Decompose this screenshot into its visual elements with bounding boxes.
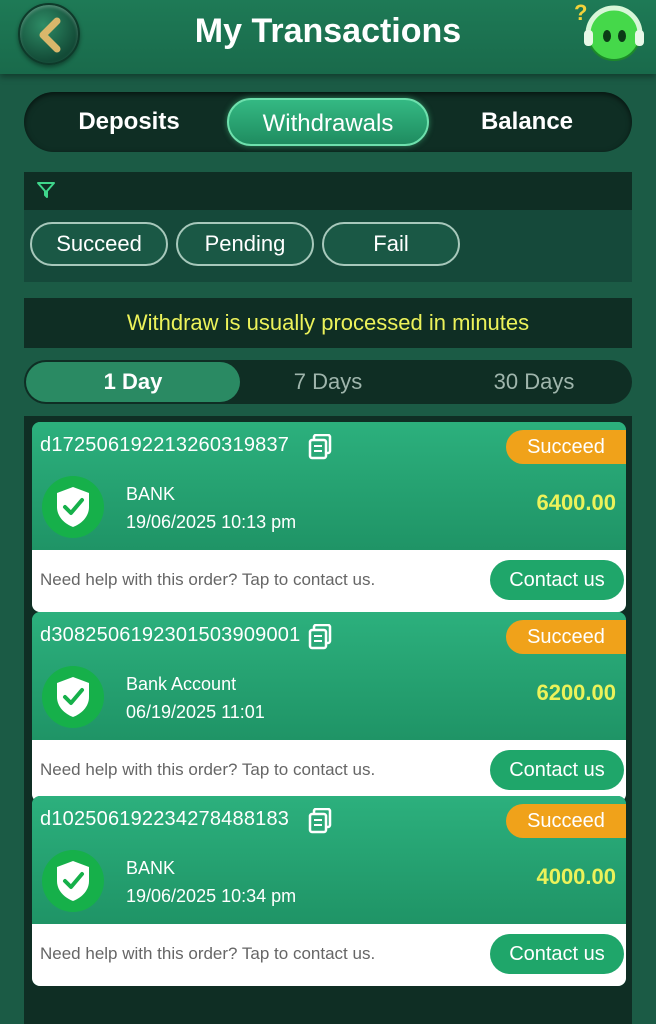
transaction-card: d308250619230150390900​1 Succeed Bank Ac… bbox=[32, 612, 626, 802]
contact-us-button[interactable]: Contact us bbox=[490, 750, 624, 790]
support-button[interactable]: ? bbox=[574, 0, 646, 66]
transaction-type-tabs: Deposits Withdrawals Balance bbox=[24, 92, 632, 152]
transaction-card: d17250619221326031983​7 Succeed BANK 19/… bbox=[32, 422, 626, 612]
help-bar: Need help with this order? Tap to contac… bbox=[32, 924, 626, 986]
copy-icon[interactable] bbox=[308, 808, 332, 834]
status-filter-fail[interactable]: Fail bbox=[322, 222, 460, 266]
status-filter-row: Succeed Pending Fail bbox=[24, 210, 632, 282]
order-id: d308250619230150390900​1 bbox=[40, 624, 301, 646]
status-filter-succeed[interactable]: Succeed bbox=[30, 222, 168, 266]
transaction-amount: 6200.00 bbox=[536, 680, 616, 705]
help-bar: Need help with this order? Tap to contac… bbox=[32, 740, 626, 802]
status-badge: Succeed bbox=[506, 430, 626, 464]
processing-notice: Withdraw is usually processed in minutes bbox=[24, 298, 632, 348]
status-badge: Succeed bbox=[506, 804, 626, 838]
payment-method: BANK bbox=[126, 858, 176, 878]
tab-balance[interactable]: Balance bbox=[432, 98, 622, 146]
tab-7-days[interactable]: 7 Days bbox=[236, 360, 420, 404]
status-filter-pending[interactable]: Pending bbox=[176, 222, 314, 266]
transaction-amount: 6400.00 bbox=[536, 490, 616, 515]
date-range-tabs: 1 Day 7 Days 30 Days bbox=[24, 360, 632, 404]
order-id: d17250619221326031983​7 bbox=[40, 434, 290, 456]
help-text: Need help with this order? Tap to contac… bbox=[40, 570, 376, 589]
transaction-list: d17250619221326031983​7 Succeed BANK 19/… bbox=[24, 416, 632, 1024]
transaction-summary: d102506192234278488183 Succeed BANK 19/0… bbox=[32, 796, 626, 924]
help-text: Need help with this order? Tap to contac… bbox=[40, 944, 376, 963]
copy-icon[interactable] bbox=[308, 434, 332, 460]
verified-shield-icon bbox=[42, 850, 104, 912]
transaction-datetime: 06/19/2025 11:01 bbox=[126, 702, 265, 722]
transaction-card: d102506192234278488183 Succeed BANK 19/0… bbox=[32, 796, 626, 986]
help-bar: Need help with this order? Tap to contac… bbox=[32, 550, 626, 612]
transaction-datetime: 19/06/2025 10:34 pm bbox=[126, 886, 297, 906]
contact-us-button[interactable]: Contact us bbox=[490, 934, 624, 974]
status-badge: Succeed bbox=[506, 620, 626, 654]
header-bar: My Transactions ? bbox=[0, 0, 656, 74]
tab-deposits[interactable]: Deposits bbox=[34, 98, 224, 146]
svg-text:?: ? bbox=[574, 0, 587, 25]
transaction-amount: 4000.00 bbox=[536, 864, 616, 889]
order-id: d102506192234278488183 bbox=[40, 808, 290, 830]
verified-shield-icon bbox=[42, 666, 104, 728]
tab-1-day[interactable]: 1 Day bbox=[26, 362, 240, 402]
verified-shield-icon bbox=[42, 476, 104, 538]
transaction-datetime: 19/06/2025 10:13 pm bbox=[126, 512, 297, 532]
tab-30-days[interactable]: 30 Days bbox=[434, 360, 634, 404]
payment-method: Bank Account bbox=[126, 674, 237, 694]
contact-us-button[interactable]: Contact us bbox=[490, 560, 624, 600]
transaction-summary: d17250619221326031983​7 Succeed BANK 19/… bbox=[32, 422, 626, 550]
filter-bar bbox=[24, 172, 632, 210]
transaction-summary: d308250619230150390900​1 Succeed Bank Ac… bbox=[32, 612, 626, 740]
page-title: My Transactions bbox=[194, 12, 462, 50]
help-text: Need help with this order? Tap to contac… bbox=[40, 760, 376, 779]
copy-icon[interactable] bbox=[308, 624, 332, 650]
filter-icon[interactable] bbox=[36, 180, 56, 200]
support-mascot-icon: ? bbox=[574, 0, 644, 61]
payment-method: BANK bbox=[126, 484, 176, 504]
tab-withdrawals[interactable]: Withdrawals bbox=[227, 98, 429, 146]
